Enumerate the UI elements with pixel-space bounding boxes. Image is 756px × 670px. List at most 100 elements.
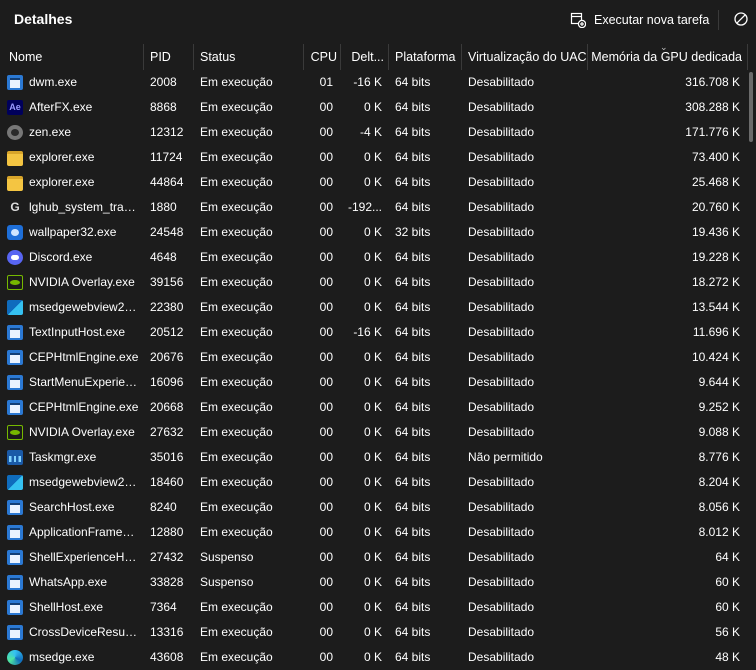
process-icon-cell	[7, 345, 23, 370]
column-header-uac[interactable]: Virtualização do UAC	[461, 44, 587, 70]
page-title: Detalhes	[14, 11, 73, 27]
process-platform: 64 bits	[395, 325, 431, 339]
process-delta: 0 K	[363, 375, 382, 389]
folder-icon	[7, 176, 23, 191]
process-cpu: 00	[319, 275, 333, 289]
run-new-task-button[interactable]: Executar nova tarefa	[570, 10, 709, 30]
process-pid: 33828	[150, 575, 184, 589]
table-row[interactable]: zen.exe 12312 Em execução 00 -4 K 64 bits Desa…	[0, 120, 746, 145]
process-delta: 0 K	[363, 350, 382, 364]
process-cpu: 00	[319, 475, 333, 489]
process-name: CrossDeviceResume.exe	[29, 625, 139, 639]
process-name: SearchHost.exe	[29, 500, 115, 514]
process-delta: -16 K	[353, 75, 382, 89]
table-row[interactable]: SearchHost.exe 8240 Em execução 00 0 K 64 bit…	[0, 495, 746, 520]
table-row[interactable]: ShellHost.exe 7364 Em execução 00 0 K 64 bits…	[0, 595, 746, 620]
process-cpu: 00	[319, 125, 333, 139]
process-cpu: 00	[319, 250, 333, 264]
edge-icon	[7, 650, 23, 665]
process-icon-cell	[7, 220, 23, 245]
table-row[interactable]: Discord.exe 4648 Em execução 00 0 K 64 bits De…	[0, 245, 746, 270]
vertical-scrollbar[interactable]	[748, 70, 754, 661]
process-cpu: 00	[319, 525, 333, 539]
table-row[interactable]: NVIDIA Overlay.exe 39156 Em execução 00 0 K 6…	[0, 270, 746, 295]
process-icon-cell	[7, 270, 23, 295]
process-pid: 18460	[150, 475, 184, 489]
process-uac: Desabilitado	[468, 325, 535, 339]
process-cpu: 00	[319, 375, 333, 389]
table-row[interactable]: msedgewebview2.exe 22380 Em execução 00 0 K 6…	[0, 295, 746, 320]
table-row[interactable]: TextInputHost.exe 20512 Em execução 00 -16 K…	[0, 320, 746, 345]
process-platform: 64 bits	[395, 200, 431, 214]
process-gpu-memory: 18.272 K	[691, 275, 740, 289]
column-header-name[interactable]: Nome	[9, 44, 143, 70]
process-name: lghub_system_tray.exe	[29, 200, 139, 214]
table-row[interactable]: explorer.exe 44864 Em execução 00 0 K 64 bits…	[0, 170, 746, 195]
process-delta: 0 K	[363, 450, 382, 464]
table-row[interactable]: Glghub_system_tray.exe 1880 Em execução 00-…	[0, 195, 746, 220]
table-row[interactable]: wallpaper32.exe 24548 Em execução 00 0 K 32 b…	[0, 220, 746, 245]
column-header-delta[interactable]: Delt...	[340, 44, 388, 70]
process-platform: 64 bits	[395, 425, 431, 439]
table-row[interactable]: explorer.exe 11724 Em execução 00 0 K 64 bits…	[0, 145, 746, 170]
process-gpu-memory: 9.088 K	[698, 425, 740, 439]
table-row[interactable]: CEPHtmlEngine.exe 20676 Em execução 00 0 K 64…	[0, 345, 746, 370]
discord-icon	[7, 250, 23, 265]
new-task-icon	[570, 12, 586, 28]
process-icon-cell	[7, 120, 23, 145]
process-cpu: 00	[319, 425, 333, 439]
table-row[interactable]: dwm.exe 2008 Em execução 01 -16 K 64 bits Desa…	[0, 70, 746, 95]
table-row[interactable]: ShellExperienceHost.exe 27432 Suspenso 00 0 …	[0, 545, 746, 570]
process-icon-cell	[7, 370, 23, 395]
table-row[interactable]: ApplicationFrameHost.exe 12880 Em execução…	[0, 520, 746, 545]
process-uac: Desabilitado	[468, 250, 535, 264]
process-uac: Desabilitado	[468, 550, 535, 564]
column-header-status[interactable]: Status	[193, 44, 303, 70]
process-name: StartMenuExperienceHost.exe	[29, 375, 139, 389]
process-cpu: 00	[319, 225, 333, 239]
process-pid: 16096	[150, 375, 184, 389]
process-pid: 12312	[150, 125, 184, 139]
window-app-icon	[7, 500, 23, 515]
process-uac: Desabilitado	[468, 125, 535, 139]
process-uac: Desabilitado	[468, 625, 535, 639]
table-row[interactable]: StartMenuExperienceHost.exe 16096 Em execu…	[0, 370, 746, 395]
process-pid: 20668	[150, 400, 184, 414]
column-header-pid[interactable]: PID	[143, 44, 193, 70]
table-row[interactable]: Taskmgr.exe 35016 Em execução 00 0 K 64 bits N…	[0, 445, 746, 470]
process-platform: 64 bits	[395, 350, 431, 364]
table-row[interactable]: WhatsApp.exe 33828 Suspenso 00 0 K 64 bits Des…	[0, 570, 746, 595]
toolbar-divider	[718, 10, 719, 30]
folder-icon	[7, 151, 23, 166]
column-header-platform[interactable]: Plataforma	[388, 44, 461, 70]
table-row[interactable]: CEPHtmlEngine.exe 20668 Em execução 00 0 K 64…	[0, 395, 746, 420]
process-delta: 0 K	[363, 150, 382, 164]
process-platform: 64 bits	[395, 275, 431, 289]
process-icon-cell	[7, 645, 23, 670]
table-row[interactable]: msedge.exe 43608 Em execução 00 0 K 64 bits De…	[0, 645, 746, 670]
task-manager-icon	[7, 450, 23, 465]
process-gpu-memory: 9.252 K	[698, 400, 740, 414]
process-pid: 44864	[150, 175, 184, 189]
table-row[interactable]: CrossDeviceResume.exe 13316 Em execução 00 0…	[0, 620, 746, 645]
nvidia-icon	[7, 275, 23, 290]
process-pid: 12880	[150, 525, 184, 539]
process-cpu: 00	[319, 600, 333, 614]
scrollbar-thumb[interactable]	[749, 72, 753, 142]
edge-webview-icon	[7, 475, 23, 490]
end-task-button[interactable]	[733, 11, 751, 29]
column-header-cpu[interactable]: CPU	[303, 44, 340, 70]
process-delta: 0 K	[363, 650, 382, 664]
process-name: msedgewebview2.exe	[29, 475, 139, 489]
process-name: zen.exe	[29, 125, 72, 139]
process-icon-cell	[7, 470, 23, 495]
process-delta: 0 K	[363, 625, 382, 639]
process-status: Em execução	[200, 250, 273, 264]
table-row[interactable]: msedgewebview2.exe 18460 Em execução 00 0 K 6…	[0, 470, 746, 495]
process-gpu-memory: 20.760 K	[691, 200, 740, 214]
process-cpu: 00	[319, 625, 333, 639]
process-name: CEPHtmlEngine.exe	[29, 350, 139, 364]
table-row[interactable]: Ae AfterFX.exe 8868 Em execução 00 0 K 64 bits…	[0, 95, 746, 120]
table-row[interactable]: NVIDIA Overlay.exe 27632 Em execução 00 0 K 6…	[0, 420, 746, 445]
process-cpu: 00	[319, 350, 333, 364]
